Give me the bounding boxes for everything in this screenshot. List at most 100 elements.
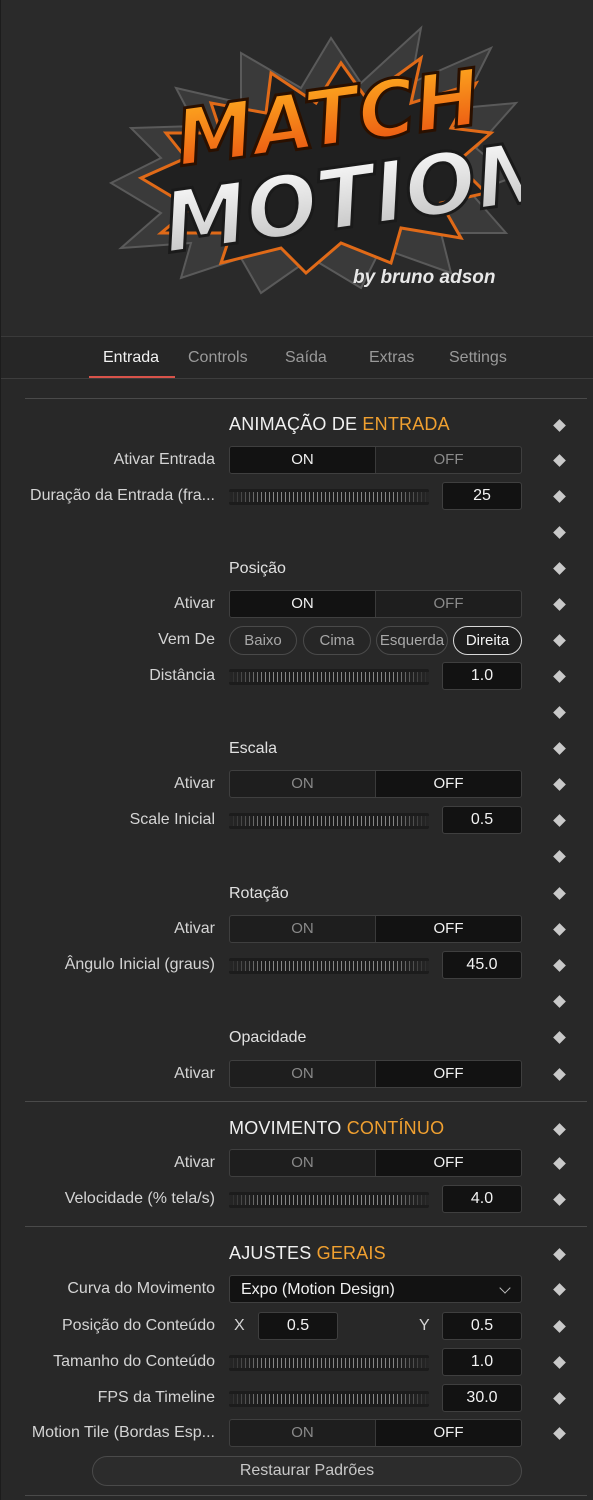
- off-option[interactable]: OFF: [376, 771, 521, 797]
- field-label: Vem De: [158, 631, 215, 648]
- match-motion-logo: MATCH MOTION by bruno adson: [108, 25, 521, 295]
- off-option[interactable]: OFF: [376, 1420, 521, 1446]
- on-option[interactable]: ON: [230, 591, 376, 617]
- keyframe-diamond-icon[interactable]: [553, 1283, 566, 1296]
- duracao-slider[interactable]: [229, 489, 429, 505]
- keyframe-diamond-icon[interactable]: [553, 706, 566, 719]
- keyframe-diamond-icon[interactable]: [553, 1157, 566, 1170]
- keyframe-diamond-icon[interactable]: [553, 1392, 566, 1405]
- x-label: X: [234, 1317, 245, 1334]
- opacidade-ativar-toggle[interactable]: ON OFF: [229, 1060, 522, 1088]
- keyframe-diamond-icon[interactable]: [553, 1123, 566, 1136]
- keyframe-diamond-icon[interactable]: [553, 1193, 566, 1206]
- keyframe-diamond-icon[interactable]: [553, 490, 566, 503]
- motion-tile-row: Motion Tile (Bordas Esp... ON OFF: [1, 1416, 593, 1452]
- vem-de-esquerda[interactable]: Esquerda: [376, 626, 448, 655]
- velocidade-input[interactable]: 4.0: [442, 1185, 522, 1213]
- distancia-input[interactable]: 1.0: [442, 662, 522, 690]
- off-option[interactable]: OFF: [376, 1150, 521, 1176]
- motion-tile-toggle[interactable]: ON OFF: [229, 1419, 522, 1447]
- off-option[interactable]: OFF: [376, 1061, 521, 1087]
- section-header-movimento: MOVIMENTO CONTÍNUO: [1, 1112, 593, 1148]
- tamanho-slider[interactable]: [229, 1355, 429, 1371]
- on-option[interactable]: ON: [230, 1420, 376, 1446]
- chevron-down-icon: [499, 1282, 511, 1294]
- escala-ativar-toggle[interactable]: ON OFF: [229, 770, 522, 798]
- keyframe-diamond-icon[interactable]: [553, 670, 566, 683]
- posicao-ativar-toggle[interactable]: ON OFF: [229, 590, 522, 618]
- velocidade-slider[interactable]: [229, 1192, 429, 1208]
- divider: [25, 1226, 587, 1227]
- vem-de-cima[interactable]: Cima: [303, 626, 371, 655]
- on-option[interactable]: ON: [230, 771, 376, 797]
- tamanho-row: Tamanho do Conteúdo 1.0: [1, 1345, 593, 1381]
- keyframe-diamond-icon[interactable]: [553, 526, 566, 539]
- y-input[interactable]: 0.5: [442, 1312, 522, 1340]
- escala-ativar-row: Ativar ON OFF: [1, 767, 593, 803]
- rotacao-ativar-toggle[interactable]: ON OFF: [229, 915, 522, 943]
- posicao-header: Posição: [1, 551, 593, 587]
- vem-de-direita[interactable]: Direita: [453, 626, 522, 655]
- escala-header: Escala: [1, 731, 593, 767]
- ativar-entrada-toggle[interactable]: ON OFF: [229, 446, 522, 474]
- opacidade-header: Opacidade: [1, 1020, 593, 1056]
- on-option[interactable]: ON: [230, 1061, 376, 1087]
- movimento-ativar-row: Ativar ON OFF: [1, 1146, 593, 1182]
- keyframe-diamond-icon[interactable]: [553, 562, 566, 575]
- scale-inicial-input[interactable]: 0.5: [442, 806, 522, 834]
- keyframe-diamond-icon[interactable]: [553, 742, 566, 755]
- curva-dropdown[interactable]: Expo (Motion Design): [229, 1275, 522, 1303]
- on-option[interactable]: ON: [230, 447, 376, 473]
- curva-row: Curva do Movimento Expo (Motion Design): [1, 1272, 593, 1308]
- tab-extras[interactable]: Extras: [369, 349, 414, 367]
- divider: [25, 1495, 587, 1496]
- keyframe-diamond-icon[interactable]: [553, 1356, 566, 1369]
- off-option[interactable]: OFF: [376, 916, 521, 942]
- tamanho-input[interactable]: 1.0: [442, 1348, 522, 1376]
- keyframe-diamond-icon[interactable]: [553, 454, 566, 467]
- on-option[interactable]: ON: [230, 1150, 376, 1176]
- angulo-input[interactable]: 45.0: [442, 951, 522, 979]
- keyframe-diamond-icon[interactable]: [553, 1248, 566, 1261]
- keyframe-diamond-icon[interactable]: [553, 959, 566, 972]
- scale-inicial-slider[interactable]: [229, 813, 429, 829]
- section-header-ajustes: AJUSTES GERAIS: [1, 1237, 593, 1273]
- velocidade-row: Velocidade (% tela/s) 4.0: [1, 1182, 593, 1218]
- off-option[interactable]: OFF: [376, 591, 521, 617]
- movimento-ativar-toggle[interactable]: ON OFF: [229, 1149, 522, 1177]
- fps-slider[interactable]: [229, 1391, 429, 1407]
- spacer-row: [1, 515, 593, 551]
- distancia-slider[interactable]: [229, 669, 429, 685]
- tab-entrada[interactable]: Entrada: [103, 349, 159, 367]
- keyframe-diamond-icon[interactable]: [553, 995, 566, 1008]
- tab-controls[interactable]: Controls: [188, 349, 248, 367]
- keyframe-diamond-icon[interactable]: [553, 634, 566, 647]
- restaurar-padroes-button[interactable]: Restaurar Padrões: [92, 1456, 522, 1486]
- duracao-row: Duração da Entrada (fra... 25: [1, 479, 593, 515]
- keyframe-diamond-icon[interactable]: [553, 1068, 566, 1081]
- x-input[interactable]: 0.5: [258, 1312, 338, 1340]
- keyframe-diamond-icon[interactable]: [553, 1031, 566, 1044]
- on-option[interactable]: ON: [230, 916, 376, 942]
- keyframe-diamond-icon[interactable]: [553, 887, 566, 900]
- section-title: AJUSTES GERAIS: [229, 1243, 386, 1263]
- keyframe-diamond-icon[interactable]: [553, 850, 566, 863]
- keyframe-diamond-icon[interactable]: [553, 1427, 566, 1440]
- keyframe-diamond-icon[interactable]: [553, 419, 566, 432]
- off-option[interactable]: OFF: [376, 447, 521, 473]
- duracao-input[interactable]: 25: [442, 482, 522, 510]
- angulo-slider[interactable]: [229, 958, 429, 974]
- keyframe-diamond-icon[interactable]: [553, 598, 566, 611]
- tab-saida[interactable]: Saída: [285, 349, 327, 367]
- keyframe-diamond-icon[interactable]: [553, 923, 566, 936]
- field-label: Ativar: [174, 920, 215, 937]
- tab-settings[interactable]: Settings: [449, 349, 507, 367]
- vem-de-baixo[interactable]: Baixo: [229, 626, 297, 655]
- keyframe-diamond-icon[interactable]: [553, 778, 566, 791]
- field-label: Ativar: [174, 775, 215, 792]
- field-label: Ativar: [174, 595, 215, 612]
- keyframe-diamond-icon[interactable]: [553, 814, 566, 827]
- fps-input[interactable]: 30.0: [442, 1384, 522, 1412]
- keyframe-diamond-icon[interactable]: [553, 1320, 566, 1333]
- field-label: Distância: [149, 667, 215, 684]
